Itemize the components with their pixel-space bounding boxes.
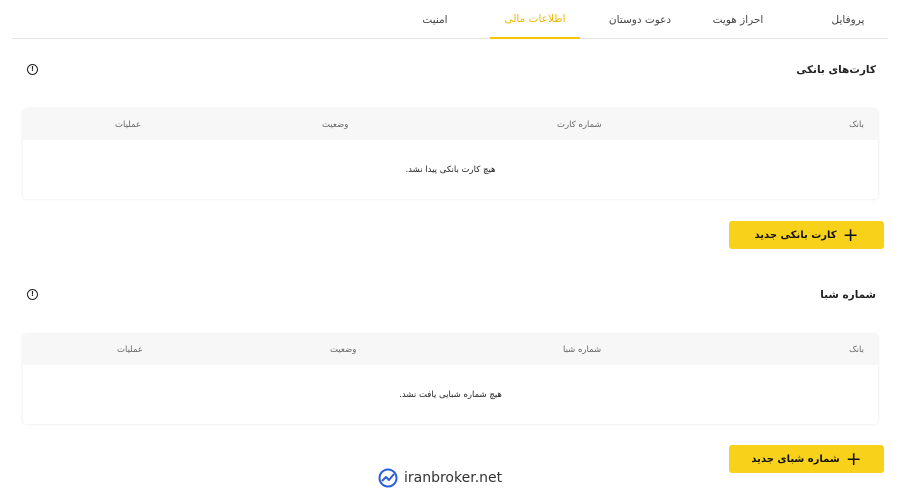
column-header-bank: بانک	[849, 344, 864, 355]
watermark-text: iranbroker.net	[404, 470, 503, 486]
column-header-sheba-number: شماره شبا	[563, 344, 602, 355]
column-header-actions: عملیات	[117, 344, 143, 355]
tab-financial-info[interactable]: اطلاعات مالی	[490, 0, 580, 39]
plus-icon: +	[842, 223, 859, 246]
table-header: بانک شماره شبا وضعیت عملیات	[23, 334, 878, 365]
table-header: بانک شماره کارت وضعیت عملیات	[23, 109, 878, 140]
column-header-bank: بانک	[849, 119, 864, 130]
tab-security[interactable]: امنیت	[402, 0, 468, 39]
bank-cards-title: کارت‌های بانکی	[796, 64, 876, 76]
tab-identity-verification[interactable]: احراز هویت	[700, 0, 776, 39]
column-header-actions: عملیات	[115, 119, 141, 130]
info-icon[interactable]: !	[27, 64, 38, 75]
tab-bar: پروفایل احراز هویت دعوت دوستان اطلاعات م…	[12, 0, 888, 39]
info-icon[interactable]: !	[27, 289, 38, 300]
bank-cards-table: بانک شماره کارت وضعیت عملیات هیچ کارت با…	[23, 109, 878, 199]
add-bank-card-button[interactable]: + کارت بانکی جدید	[729, 221, 884, 249]
column-header-status: وضعیت	[322, 119, 349, 130]
add-sheba-button[interactable]: + شماره شبای جدید	[729, 445, 884, 473]
empty-state-message: هیچ کارت بانکی پیدا نشد.	[405, 164, 496, 175]
column-header-status: وضعیت	[330, 344, 357, 355]
empty-state-message: هیچ شماره شبایی یافت نشد.	[399, 389, 502, 400]
watermark: iranbroker.net	[378, 468, 502, 488]
sheba-table: بانک شماره شبا وضعیت عملیات هیچ شماره شب…	[23, 334, 878, 424]
plus-icon: +	[845, 447, 862, 470]
add-sheba-label: شماره شبای جدید	[751, 453, 840, 465]
sheba-title: شماره شبا	[820, 289, 876, 301]
column-header-card-number: شماره کارت	[557, 119, 602, 130]
chart-logo-icon	[378, 468, 398, 488]
tab-invite-friends[interactable]: دعوت دوستان	[600, 0, 680, 39]
tab-profile[interactable]: پروفایل	[808, 0, 888, 39]
add-bank-card-label: کارت بانکی جدید	[754, 229, 837, 241]
